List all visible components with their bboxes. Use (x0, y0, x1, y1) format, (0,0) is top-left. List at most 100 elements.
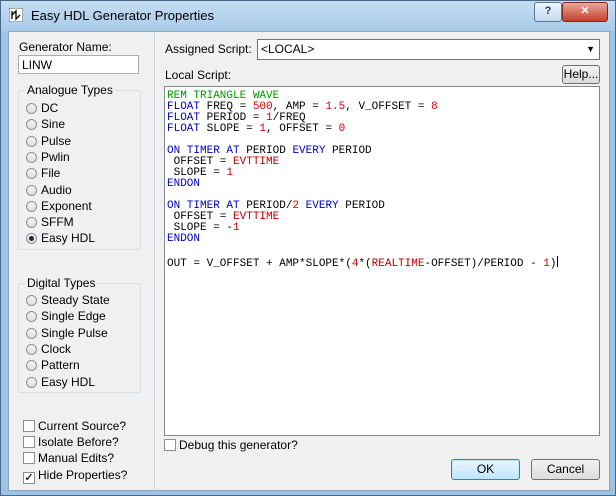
code-line: SLOPE = 1 (167, 168, 597, 179)
code-line: FLOAT SLOPE = 1, OFFSET = 0 (167, 124, 597, 135)
debug-checkbox[interactable] (164, 439, 176, 451)
code-token: SLOPE = (206, 123, 260, 135)
radio-label: Pwlin (41, 149, 70, 164)
digital-option-single-edge[interactable]: Single Edge (26, 308, 106, 324)
checkbox-label: Isolate Before? (38, 435, 119, 449)
digital-option-pattern[interactable]: Pattern (26, 357, 80, 373)
checkbox-label: Manual Edits? (38, 451, 115, 465)
digital-types-group: Digital Types Steady State Single Edge Sin… (18, 276, 141, 393)
code-token: OUT = V_OFFSET + AMP*SLOPE*( (167, 258, 352, 270)
analogue-option-dc[interactable]: DC (26, 100, 58, 116)
radio-button[interactable] (26, 200, 37, 212)
code-token: 8 (431, 101, 438, 113)
analogue-option-sine[interactable]: Sine (26, 116, 65, 132)
checkbox[interactable] (23, 420, 35, 432)
dialog-client: Generator Name: LINW Analogue Types DC Si… (8, 31, 610, 491)
analogue-option-exponent[interactable]: Exponent (26, 198, 92, 214)
radio-button[interactable] (26, 311, 37, 323)
analogue-option-pulse[interactable]: Pulse (26, 133, 71, 149)
radio-label: Steady State (41, 293, 110, 307)
radio-button[interactable] (26, 360, 37, 372)
code-line: SLOPE = -1 (167, 223, 597, 234)
analogue-option-pwlin[interactable]: Pwlin (26, 149, 70, 165)
radio-button[interactable] (26, 327, 37, 339)
window-title: Easy HDL Generator Properties (31, 8, 215, 23)
generator-name-input[interactable]: LINW (18, 55, 139, 74)
code-token: PERIOD (332, 145, 372, 157)
radio-label: Pattern (41, 358, 80, 373)
code-token: ENDON (167, 178, 201, 190)
radio-button[interactable] (26, 103, 37, 114)
digital-option-steady-state[interactable]: Steady State (26, 292, 110, 308)
checkbox-row-current-source[interactable]: Current Source? (23, 418, 126, 434)
analogue-option-audio[interactable]: Audio (26, 182, 72, 198)
code-token: REALTIME (371, 258, 425, 270)
digital-option-clock[interactable]: Clock (26, 341, 71, 357)
radio-label: Pulse (41, 133, 72, 148)
radio-label: File (41, 166, 61, 181)
checkbox-row-hide-properties[interactable]: ✓ Hide Properties? (23, 467, 128, 484)
local-script-label: Local Script: (165, 68, 232, 82)
debug-checkbox-row[interactable]: Debug this generator? (164, 437, 298, 453)
code-token: EVERY (305, 200, 346, 212)
question-icon: ? (544, 5, 552, 17)
checkbox-row-manual-edits[interactable]: Manual Edits? (23, 450, 114, 466)
radio-button[interactable] (26, 295, 37, 306)
radio-button[interactable] (26, 119, 37, 131)
ok-button[interactable]: OK (451, 459, 520, 480)
radio-button[interactable] (26, 168, 37, 180)
checkbox[interactable] (23, 436, 35, 448)
code-line: OUT = V_OFFSET + AMP*SLOPE*(4*(REALTIME-… (167, 256, 597, 270)
help-title-button[interactable]: ? (534, 2, 562, 22)
radio-label: DC (41, 101, 59, 115)
checkbox[interactable] (23, 452, 35, 464)
radio-button[interactable] (26, 376, 37, 388)
code-token: ) (549, 258, 557, 270)
radio-button[interactable] (26, 151, 37, 163)
radio-button[interactable] (26, 217, 37, 229)
panel-separator (154, 32, 156, 490)
text-cursor (556, 256, 558, 267)
analogue-types-group: Analogue Types DC Sine Pulse Pwlin File Audio… (18, 83, 141, 250)
help-button-label: Help... (563, 67, 599, 81)
analogue-option-file[interactable]: File (26, 165, 60, 181)
radio-label: Audio (41, 182, 72, 197)
local-script-editor[interactable]: REM TRIANGLE WAVE FLOAT FREQ = 500, AMP =… (164, 86, 600, 436)
cancel-button[interactable]: Cancel (531, 459, 600, 480)
code-line: ENDON (167, 234, 597, 245)
radio-button[interactable] (26, 233, 37, 245)
code-token: -OFFSET)/PERIOD - (424, 258, 544, 270)
code-token: FLOAT (167, 123, 207, 135)
analogue-option-easy-hdl[interactable]: Easy HDL (26, 230, 95, 246)
title-bar[interactable]: Easy HDL Generator Properties ? ✕ (1, 1, 615, 31)
code-token: 1 (233, 222, 240, 234)
code-token: 1 (543, 258, 550, 270)
chevron-down-icon: ▼ (586, 44, 595, 54)
radio-button[interactable] (26, 343, 37, 355)
code-token: , V_OFFSET = (345, 101, 432, 113)
radio-label: Clock (41, 341, 72, 356)
checkbox[interactable]: ✓ (23, 472, 35, 484)
digital-option-single-pulse[interactable]: Single Pulse (26, 325, 108, 341)
code-line: ENDON (167, 179, 597, 190)
code-token: 1.5 (325, 101, 346, 113)
analogue-option-sffm[interactable]: SFFM (26, 214, 74, 230)
assigned-script-select[interactable]: <LOCAL> ▼ (257, 39, 600, 60)
radio-label: Easy HDL (41, 374, 96, 389)
radio-button[interactable] (26, 135, 37, 147)
help-button[interactable]: Help... (562, 65, 600, 84)
digital-types-title: Digital Types (25, 276, 98, 290)
radio-label: Exponent (41, 198, 92, 213)
analogue-types-title: Analogue Types (25, 83, 115, 97)
assigned-script-value: <LOCAL> (261, 42, 315, 56)
digital-option-easy-hdl[interactable]: Easy HDL (26, 374, 95, 390)
dialog-window: Easy HDL Generator Properties ? ✕ Genera… (0, 0, 616, 496)
close-button[interactable]: ✕ (562, 2, 608, 22)
code-token: EVERY (292, 145, 333, 157)
checkbox-row-isolate-before[interactable]: Isolate Before? (23, 434, 119, 450)
radio-button[interactable] (26, 184, 37, 196)
assigned-script-label: Assigned Script: (165, 42, 252, 56)
checkbox-label: Hide Properties? (38, 468, 128, 482)
